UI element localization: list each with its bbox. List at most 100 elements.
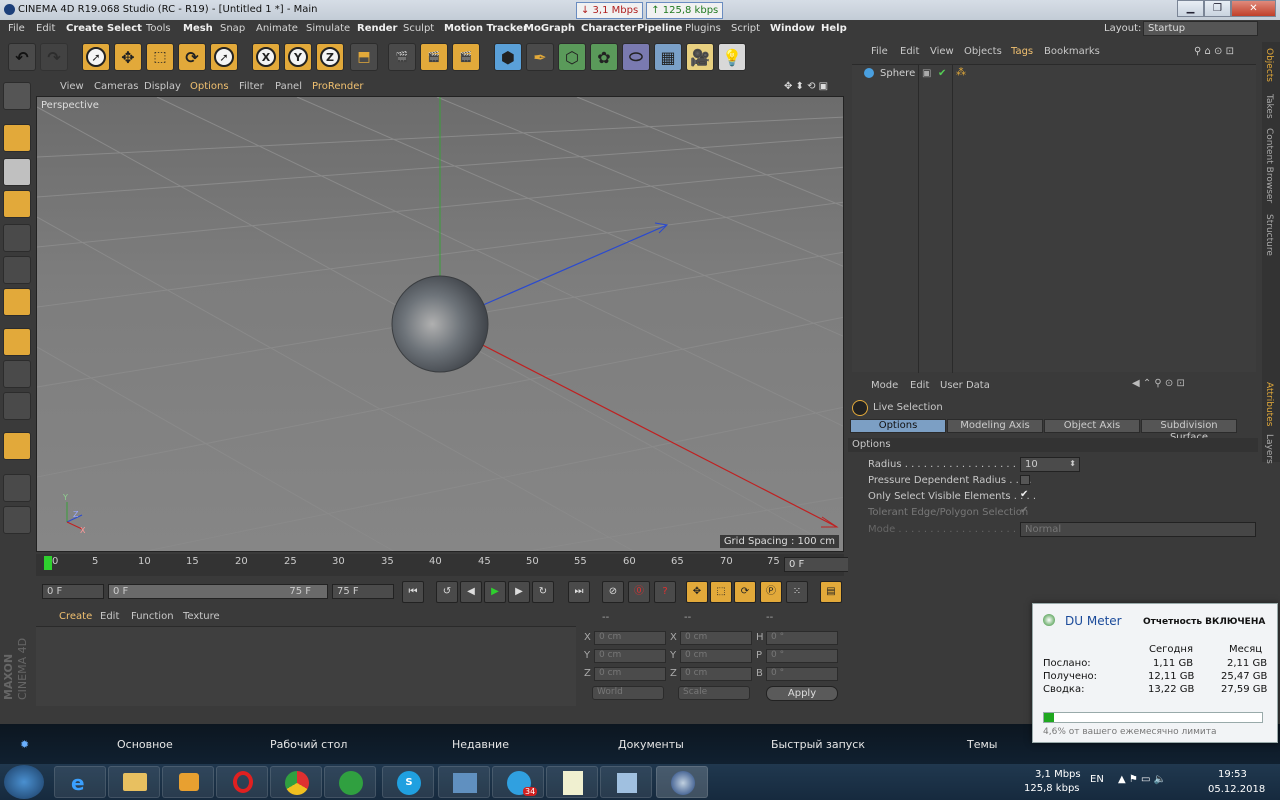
snap-button[interactable]: [3, 432, 31, 460]
mat-menu-edit[interactable]: Edit: [100, 611, 119, 622]
cube-primitive-button[interactable]: ⬢: [494, 43, 522, 71]
attr-menu-edit[interactable]: Edit: [910, 380, 929, 391]
taskbar-ie-icon[interactable]: e: [54, 766, 106, 798]
mat-menu-texture[interactable]: Texture: [183, 611, 220, 622]
menu-create[interactable]: Create: [66, 23, 103, 34]
obj-menu-edit[interactable]: Edit: [900, 46, 919, 57]
coord-size-z-field[interactable]: 0 cm: [680, 667, 752, 681]
rotate-tool-button[interactable]: ⟳: [178, 43, 206, 71]
coord-rot-b-field[interactable]: 0 °: [766, 667, 838, 681]
phong-tag-icon[interactable]: ⁂: [956, 67, 966, 78]
strip-item-desktop[interactable]: Рабочий стол: [270, 738, 347, 751]
viewport-menu-display[interactable]: Display: [144, 81, 181, 92]
menu-snap[interactable]: Snap: [220, 23, 245, 34]
obj-menu-tags[interactable]: Tags: [1011, 46, 1033, 57]
strip-item-main[interactable]: Основное: [117, 738, 173, 751]
obj-menu-objects[interactable]: Objects: [964, 46, 1002, 57]
menu-edit[interactable]: Edit: [36, 23, 55, 34]
record-keys-off-button[interactable]: ⊘: [602, 581, 624, 603]
coord-pos-y-field[interactable]: 0 cm: [594, 649, 666, 663]
obj-menu-bookmarks[interactable]: Bookmarks: [1044, 46, 1100, 57]
language-indicator[interactable]: EN: [1090, 774, 1104, 785]
layout-select[interactable]: Startup: [1143, 21, 1258, 36]
tolerant-selection-checkbox[interactable]: ✔: [1020, 505, 1028, 516]
sphere-object[interactable]: [391, 275, 489, 373]
du-meter-popup[interactable]: DU Meter Отчетность ВКЛЮЧЕНА Сегодня Мес…: [1032, 603, 1278, 743]
menu-pipeline[interactable]: Pipeline: [637, 23, 682, 34]
coordinate-space-select[interactable]: World: [592, 686, 664, 700]
record-button[interactable]: ⓪: [628, 581, 650, 603]
mode-select[interactable]: Normal: [1020, 522, 1256, 537]
timeline-ruler[interactable]: 0 5 10 15 20 25 30 35 40 45 50 55 60 65 …: [36, 554, 876, 576]
start-button[interactable]: [4, 765, 44, 799]
mat-menu-create[interactable]: Create: [59, 611, 92, 622]
menu-window[interactable]: Window: [770, 23, 815, 34]
viewport-menu-filter[interactable]: Filter: [239, 81, 264, 92]
previous-frame-button[interactable]: ◀: [460, 581, 482, 603]
menu-select[interactable]: Select: [107, 23, 142, 34]
menu-simulate[interactable]: Simulate: [306, 23, 350, 34]
coord-rot-p-field[interactable]: 0 °: [766, 649, 838, 663]
coord-size-x-field[interactable]: 0 cm: [680, 631, 752, 645]
previous-key-button[interactable]: ↺: [436, 581, 458, 603]
workplane-mode-button[interactable]: [3, 190, 31, 218]
close-button[interactable]: ✕: [1231, 0, 1276, 17]
key-parameter-button[interactable]: Ⓟ: [760, 581, 782, 603]
viewport-menu-prorender[interactable]: ProRender: [312, 81, 363, 92]
taskbar-notes-icon[interactable]: [600, 766, 652, 798]
key-position-button[interactable]: ✥: [686, 581, 708, 603]
next-frame-button[interactable]: ▶: [508, 581, 530, 603]
radius-field[interactable]: 10 ⬍: [1020, 457, 1080, 472]
taskbar-control-panel-icon[interactable]: [438, 766, 490, 798]
menu-sculpt[interactable]: Sculpt: [403, 23, 434, 34]
tab-options[interactable]: Options: [850, 419, 946, 433]
viewport-menu-cameras[interactable]: Cameras: [94, 81, 138, 92]
pen-spline-button[interactable]: ✒: [526, 43, 554, 71]
points-mode-button[interactable]: [3, 224, 31, 252]
side-tab-attributes[interactable]: Attributes: [1264, 382, 1274, 426]
go-to-end-button[interactable]: ⏭: [568, 581, 590, 603]
playhead-marker[interactable]: [44, 556, 52, 570]
next-key-button[interactable]: ↻: [532, 581, 554, 603]
key-rotation-button[interactable]: ⟳: [734, 581, 756, 603]
z-axis-lock-button[interactable]: Z: [316, 43, 344, 71]
strip-item-quick-launch[interactable]: Быстрый запуск: [771, 738, 865, 751]
minimize-button[interactable]: ▁: [1177, 0, 1204, 17]
model-mode-button[interactable]: [3, 124, 31, 152]
viewport-navigation-icons[interactable]: ✥ ⬍ ⟲ ▣: [784, 81, 828, 92]
menu-plugins[interactable]: Plugins: [685, 23, 721, 34]
taskbar-skype-icon[interactable]: S: [382, 766, 434, 798]
coord-pos-z-field[interactable]: 0 cm: [594, 667, 666, 681]
strip-item-recent[interactable]: Недавние: [452, 738, 509, 751]
scale-tool-button[interactable]: ⬚: [146, 43, 174, 71]
object-manager-tool-icons[interactable]: ⚲ ⌂ ⊙ ⊡: [1194, 46, 1234, 57]
side-tab-objects[interactable]: Objects: [1264, 48, 1274, 82]
frame-range-slider[interactable]: 0 F 75 F: [108, 584, 328, 599]
material-list-area[interactable]: [36, 626, 576, 706]
tray-icons[interactable]: ▲ ⚑ ▭ 🔈: [1118, 774, 1166, 785]
workplane-lock-button[interactable]: [3, 474, 31, 502]
coord-pos-x-field[interactable]: 0 cm: [594, 631, 666, 645]
taskbar-explorer-icon[interactable]: [108, 766, 160, 798]
workplane-align-button[interactable]: [3, 506, 31, 534]
viewport-menu-view[interactable]: View: [60, 81, 84, 92]
maximize-button[interactable]: ❐: [1204, 0, 1231, 17]
strip-item-themes[interactable]: Темы: [967, 738, 997, 751]
obj-menu-file[interactable]: File: [871, 46, 888, 57]
polygons-mode-button[interactable]: [3, 288, 31, 316]
go-to-start-button[interactable]: ⏮: [402, 581, 424, 603]
menu-script[interactable]: Script: [731, 23, 760, 34]
side-tab-layers[interactable]: Layers: [1264, 434, 1274, 464]
end-frame-field[interactable]: 75 F: [332, 584, 394, 599]
axis-mode-button[interactable]: [3, 328, 31, 356]
taskbar-telegram-icon[interactable]: 34: [492, 766, 544, 798]
coord-size-y-field[interactable]: 0 cm: [680, 649, 752, 663]
play-button[interactable]: ▶: [484, 581, 506, 603]
live-selection-button[interactable]: ➚: [82, 43, 110, 71]
x-axis-lock-button[interactable]: X: [252, 43, 280, 71]
floor-button[interactable]: ▦: [654, 43, 682, 71]
key-pla-button[interactable]: ⁙: [786, 581, 808, 603]
visible-elements-checkbox[interactable]: ✔: [1020, 489, 1028, 500]
cloner-button[interactable]: ✿: [590, 43, 618, 71]
clock-time[interactable]: 19:53: [1218, 769, 1247, 780]
